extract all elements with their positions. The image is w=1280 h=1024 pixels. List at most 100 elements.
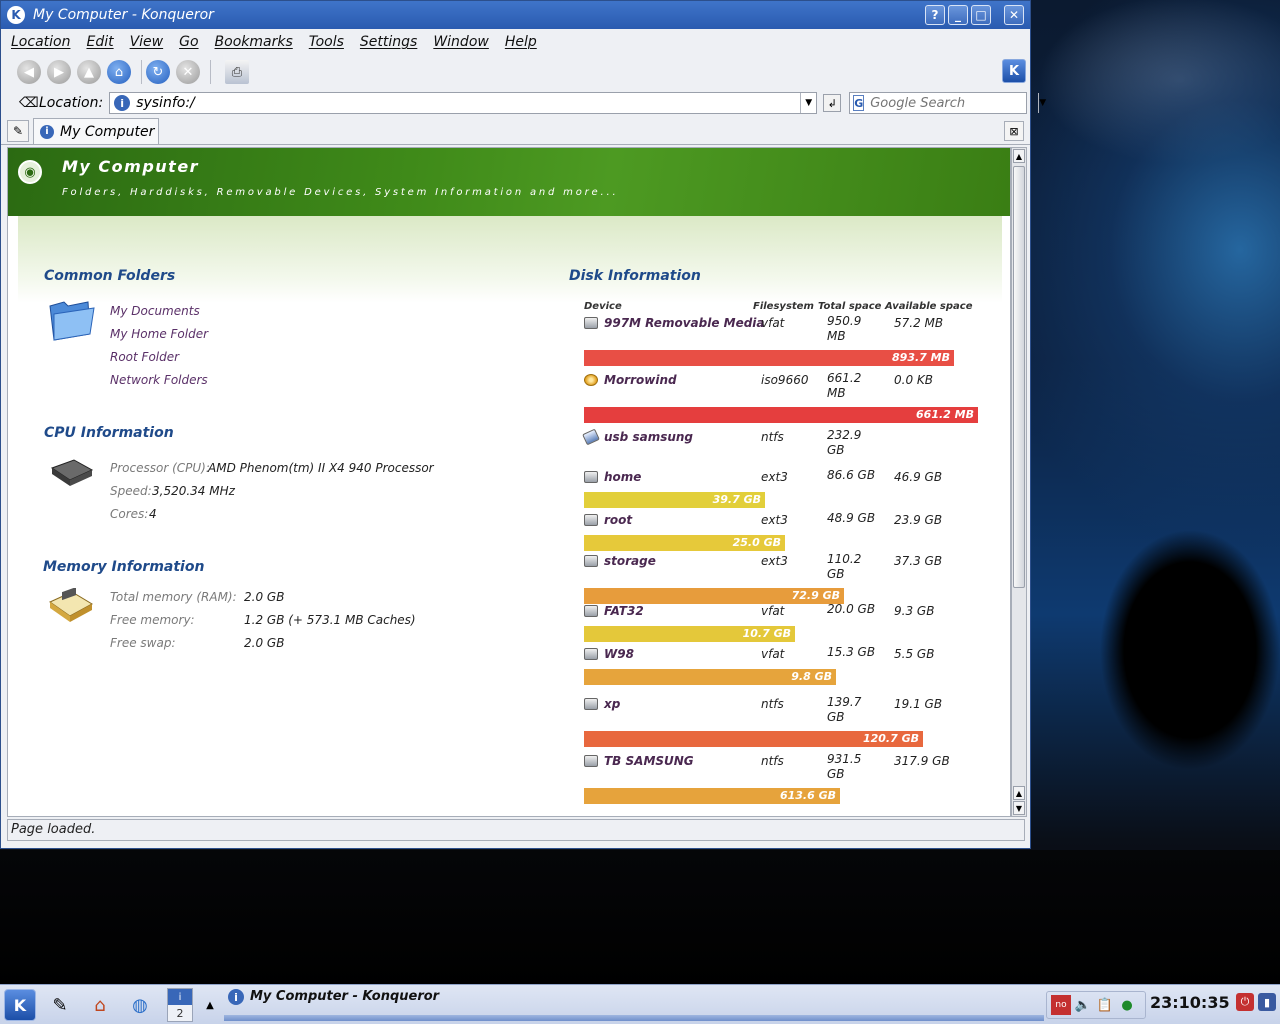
- wallpaper-ground: [0, 850, 1280, 990]
- taskbar: K ✎ ⌂ ◍ i 2 ▲ i My Computer - Konqueror …: [0, 984, 1280, 1024]
- link-my-documents[interactable]: My Documents: [110, 304, 200, 318]
- disk-usage-bar: 661.2 MB: [584, 407, 978, 423]
- disk-name[interactable]: home: [604, 470, 641, 484]
- disk-total: 20.0 GB: [827, 602, 876, 616]
- disk-name[interactable]: 997M Removable Media: [604, 316, 765, 330]
- menu-bookmarks[interactable]: Bookmarks: [215, 34, 293, 50]
- link-root-folder[interactable]: Root Folder: [110, 350, 179, 364]
- cpu-chip-icon: [48, 458, 94, 494]
- back-icon[interactable]: ◀: [17, 60, 41, 84]
- menu-edit[interactable]: Edit: [86, 34, 113, 50]
- disk-filesystem: vfat: [761, 647, 785, 661]
- vertical-scrollbar[interactable]: ▲ ▲ ▼: [1011, 147, 1027, 817]
- desktop-pager[interactable]: i 2: [167, 988, 193, 1022]
- task-konqueror[interactable]: i My Computer - Konqueror: [224, 987, 1044, 1021]
- home-folder-launcher-icon[interactable]: ⌂: [84, 989, 116, 1021]
- title-bar[interactable]: K My Computer - Konqueror ? _ □ ✕: [1, 1, 1030, 29]
- scroll-up-arrow-icon[interactable]: ▲: [1013, 786, 1025, 800]
- disk-name[interactable]: W98: [604, 647, 634, 661]
- konqueror-window: K My Computer - Konqueror ? _ □ ✕ Locati…: [0, 0, 1046, 849]
- network-status-icon[interactable]: ●: [1117, 995, 1137, 1015]
- help-button[interactable]: ?: [925, 5, 945, 25]
- keyboard-layout-flag-icon[interactable]: no: [1051, 995, 1071, 1015]
- pager-desktop-1[interactable]: i: [168, 989, 192, 1005]
- link-network-folders[interactable]: Network Folders: [110, 373, 208, 387]
- disk-row: TB SAMSUNG ntfs 931.5 GB 317.9 GB 613.6 GB: [584, 752, 984, 804]
- disk-available: 5.5 GB: [894, 647, 935, 661]
- disk-total: 48.9 GB: [827, 511, 876, 525]
- disk-info-title: Disk Information: [569, 268, 701, 284]
- disk-name[interactable]: root: [604, 513, 632, 527]
- tab-my-computer[interactable]: i My Computer: [33, 118, 159, 144]
- search-input[interactable]: [870, 95, 1039, 111]
- stop-icon[interactable]: ✕: [176, 60, 200, 84]
- system-tray: no 🔈 📋 ●: [1046, 991, 1146, 1019]
- volume-icon[interactable]: 🔈: [1073, 995, 1093, 1015]
- clock[interactable]: 23:10:35: [1150, 993, 1230, 1012]
- print-icon[interactable]: ⎙: [225, 60, 249, 84]
- minimize-button[interactable]: _: [948, 5, 968, 25]
- disk-total: 950.9 MB: [827, 314, 862, 343]
- disk-name[interactable]: Morrowind: [604, 373, 677, 387]
- close-button[interactable]: ✕: [1004, 5, 1024, 25]
- menu-help[interactable]: Help: [505, 34, 537, 50]
- disk-filesystem: vfat: [761, 604, 785, 618]
- url-input[interactable]: [136, 95, 801, 111]
- usb-drive-icon: [582, 428, 600, 446]
- google-icon[interactable]: G: [853, 95, 865, 111]
- clear-location-icon[interactable]: ⌫: [19, 95, 39, 111]
- web-browser-launcher-icon[interactable]: ◍: [124, 989, 156, 1021]
- disk-available: 23.9 GB: [894, 513, 943, 527]
- info-panel: Common Folders My Documents My Home Fold…: [18, 216, 1002, 816]
- reload-icon[interactable]: ↻: [146, 60, 170, 84]
- disk-available: 19.1 GB: [894, 697, 943, 711]
- disk-name[interactable]: xp: [604, 697, 620, 711]
- search-combobox[interactable]: G ▼: [849, 92, 1046, 114]
- go-button[interactable]: ↲: [823, 94, 842, 112]
- kde-throbber-icon[interactable]: K: [1002, 59, 1026, 83]
- text-editor-launcher-icon[interactable]: ✎: [44, 989, 76, 1021]
- disk-name[interactable]: TB SAMSUNG: [604, 754, 694, 768]
- disk-total: 139.7 GB: [827, 695, 862, 724]
- disk-row: 997M Removable Media vfat 950.9 MB 57.2 MB 8…: [584, 314, 984, 366]
- logout-icon[interactable]: ⏻: [1236, 993, 1254, 1011]
- disk-available: 37.3 GB: [894, 554, 943, 568]
- kde-menu-button[interactable]: K: [4, 989, 36, 1021]
- disk-usage-bar: 10.7 GB: [584, 626, 795, 642]
- menu-window[interactable]: Window: [433, 34, 489, 50]
- link-my-home-folder[interactable]: My Home Folder: [110, 327, 208, 341]
- pager-desktop-2[interactable]: 2: [168, 1005, 192, 1021]
- free-swap-value: 2.0 GB: [244, 636, 285, 650]
- disk-name[interactable]: usb samsung: [604, 430, 693, 444]
- taskbar-scroll-up-icon[interactable]: ▲: [200, 989, 220, 1021]
- chevron-down-icon[interactable]: ▼: [1038, 93, 1046, 113]
- harddisk-icon: [584, 514, 598, 526]
- menu-tools[interactable]: Tools: [309, 34, 344, 50]
- scroll-up-arrow-icon[interactable]: ▲: [1013, 149, 1025, 163]
- konqueror-app-icon[interactable]: K: [7, 6, 25, 24]
- lock-screen-icon[interactable]: ▮: [1258, 993, 1276, 1011]
- col-total-space: Total space: [818, 301, 882, 312]
- chevron-down-icon[interactable]: ▼: [800, 93, 816, 113]
- common-folders-title: Common Folders: [44, 268, 176, 284]
- cpu-info-title: CPU Information: [44, 425, 174, 441]
- menu-settings[interactable]: Settings: [360, 34, 417, 50]
- new-tab-icon[interactable]: ✎: [7, 120, 29, 142]
- scroll-down-arrow-icon[interactable]: ▼: [1013, 801, 1025, 815]
- home-icon[interactable]: ⌂: [107, 60, 131, 84]
- location-bar: ⌫ Location: i ▼ ↲ G ▼: [1, 89, 1046, 117]
- url-combobox[interactable]: i ▼: [109, 92, 818, 114]
- clipboard-icon[interactable]: 📋: [1095, 995, 1115, 1015]
- harddisk-icon: [584, 555, 598, 567]
- disk-usage-bar: 9.8 GB: [584, 669, 836, 685]
- forward-icon[interactable]: ▶: [47, 60, 71, 84]
- menu-location[interactable]: Location: [11, 34, 70, 50]
- disk-name[interactable]: FAT32: [604, 604, 644, 618]
- menu-go[interactable]: Go: [179, 34, 198, 50]
- scrollbar-thumb[interactable]: [1013, 166, 1025, 588]
- maximize-button[interactable]: □: [971, 5, 991, 25]
- menu-view[interactable]: View: [130, 34, 164, 50]
- up-icon[interactable]: ▲: [77, 60, 101, 84]
- disk-name[interactable]: storage: [604, 554, 656, 568]
- close-tab-icon[interactable]: ⊠: [1004, 121, 1024, 141]
